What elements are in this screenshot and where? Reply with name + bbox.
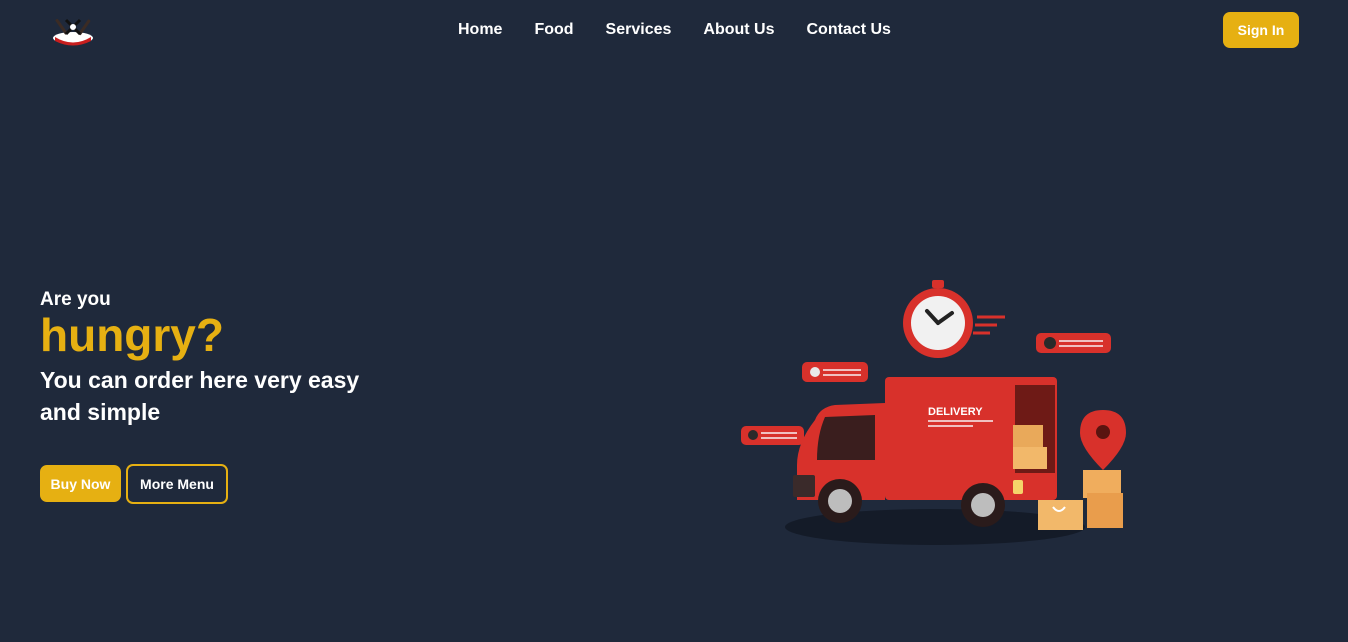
nav-link-home[interactable]: Home: [458, 20, 502, 40]
truck-delivery-label: DELIVERY: [928, 406, 983, 418]
hero-title: hungry?: [40, 309, 224, 361]
nav-link-services[interactable]: Services: [606, 20, 672, 40]
truck-icon: DELIVERY: [793, 377, 1057, 527]
sign-in-button[interactable]: Sign In: [1223, 12, 1299, 48]
location-pin-icon: [1080, 410, 1126, 470]
navbar: Home Food Services About Us Contact Us S…: [0, 0, 1348, 62]
hero-subtitle: You can order here very easy and simple: [40, 367, 360, 425]
hero-buttons: Buy Now More Menu: [40, 464, 228, 504]
logo-icon[interactable]: [50, 12, 96, 48]
nav-link-food[interactable]: Food: [534, 20, 573, 40]
more-menu-button[interactable]: More Menu: [126, 464, 228, 504]
stopwatch-icon: [903, 280, 1005, 358]
main-nav: Home Food Services About Us Contact Us: [458, 20, 923, 40]
nav-link-contact-us[interactable]: Contact Us: [807, 20, 891, 40]
buy-now-button[interactable]: Buy Now: [40, 465, 121, 502]
delivery-truck-illustration: DELIVERY: [735, 275, 1135, 555]
nav-link-about-us[interactable]: About Us: [703, 20, 774, 40]
hero-text: Are you hungry? You can order here very …: [40, 288, 400, 428]
